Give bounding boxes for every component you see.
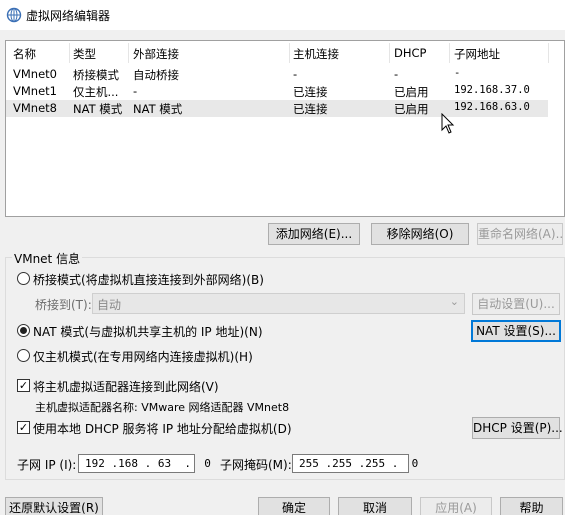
- cell-dhcp: 已启用: [394, 102, 429, 116]
- cell-host: 已连接: [293, 102, 328, 116]
- table-row-selected[interactable]: VMnet8 NAT 模式 NAT 模式 已连接 已启用 192.168.63.…: [6, 100, 548, 117]
- cell-name: VMnet8: [13, 101, 57, 115]
- cell-dhcp: 已启用: [394, 85, 429, 99]
- bridged-to-value: 自动: [97, 298, 122, 312]
- column-header-type[interactable]: 类型: [73, 46, 96, 62]
- window-title: 虚拟网络编辑器: [26, 9, 111, 23]
- cell-type: 仅主机...: [73, 85, 119, 99]
- cell-subnet: 192.168.63.0: [454, 101, 530, 113]
- help-button[interactable]: 帮助: [500, 497, 563, 515]
- subnet-mask-label: 子网掩码(M):: [220, 458, 292, 472]
- cell-type: NAT 模式: [73, 102, 123, 116]
- column-header-name[interactable]: 名称: [13, 46, 36, 62]
- add-network-button[interactable]: 添加网络(E)...: [268, 223, 360, 245]
- column-header-dhcp[interactable]: DHCP: [394, 46, 426, 60]
- table-row[interactable]: VMnet0 桥接模式 自动桥接 - - -: [6, 66, 548, 83]
- bridged-mode-radio[interactable]: [17, 272, 30, 285]
- cell-subnet: 192.168.37.0: [454, 84, 530, 96]
- nat-settings-button[interactable]: NAT 设置(S)...: [471, 320, 561, 342]
- cell-external: 自动桥接: [133, 68, 179, 82]
- remove-network-button[interactable]: 移除网络(O): [371, 223, 469, 245]
- network-table[interactable]: 名称 类型 外部连接 主机连接 DHCP 子网地址 VMnet0 桥接模式 自动…: [5, 40, 565, 217]
- subnet-mask-input[interactable]: 255 .255 .255 . 0: [292, 454, 418, 473]
- cell-host: -: [293, 67, 298, 81]
- dhcp-checkbox[interactable]: ✓: [17, 421, 30, 434]
- cell-subnet: -: [454, 67, 461, 79]
- vmware-network-icon: [6, 7, 22, 23]
- column-header-host[interactable]: 主机连接: [293, 46, 339, 62]
- cancel-button[interactable]: 取消: [338, 497, 412, 515]
- column-header-external[interactable]: 外部连接: [133, 46, 179, 62]
- rename-network-button[interactable]: 重命名网络(A)...: [477, 223, 563, 245]
- ok-button[interactable]: 确定: [258, 497, 330, 515]
- cell-dhcp: -: [394, 67, 399, 81]
- host-only-mode-radio[interactable]: [17, 349, 30, 362]
- title-bar: 虚拟网络编辑器: [0, 0, 565, 30]
- bridged-to-select[interactable]: 自动 ⌄: [92, 293, 465, 314]
- connect-adapter-checkbox[interactable]: ✓: [17, 379, 30, 392]
- cell-external: -: [133, 84, 138, 98]
- dhcp-settings-button[interactable]: DHCP 设置(P)...: [472, 417, 563, 439]
- subnet-ip-label: 子网 IP (I):: [17, 458, 77, 472]
- mouse-cursor-icon: [441, 112, 455, 138]
- cell-host: 已连接: [293, 85, 328, 99]
- host-only-mode-label[interactable]: 仅主机模式(在专用网络内连接虚拟机)(H): [33, 348, 253, 365]
- cell-type: 桥接模式: [73, 68, 119, 82]
- connect-adapter-label[interactable]: 将主机虚拟适配器连接到此网络(V): [33, 378, 219, 395]
- bridged-to-label: 桥接到(T):: [35, 298, 92, 312]
- subnet-ip-input[interactable]: 192 .168 . 63 . 0: [78, 454, 211, 473]
- cell-name: VMnet0: [13, 67, 57, 81]
- nat-mode-radio[interactable]: [17, 324, 30, 337]
- cell-external: NAT 模式: [133, 102, 183, 116]
- vmnet-info-group: [5, 257, 565, 480]
- restore-defaults-button[interactable]: 还原默认设置(R): [5, 497, 103, 515]
- nat-mode-label[interactable]: NAT 模式(与虚拟机共享主机的 IP 地址)(N): [33, 323, 263, 340]
- table-row[interactable]: VMnet1 仅主机... - 已连接 已启用 192.168.37.0: [6, 83, 548, 100]
- dhcp-label[interactable]: 使用本地 DHCP 服务将 IP 地址分配给虚拟机(D): [33, 420, 292, 437]
- bridged-mode-label[interactable]: 桥接模式(将虚拟机直接连接到外部网络)(B): [33, 271, 264, 288]
- chevron-down-icon: ⌄: [449, 295, 459, 308]
- auto-settings-button[interactable]: 自动设置(U)...: [472, 293, 560, 315]
- cell-name: VMnet1: [13, 84, 57, 98]
- apply-button[interactable]: 应用(A): [420, 497, 492, 515]
- adapter-name-text: 主机虚拟适配器名称: VMware 网络适配器 VMnet8: [35, 401, 290, 414]
- vmnet-info-label: VMnet 信息: [12, 250, 83, 267]
- column-header-subnet[interactable]: 子网地址: [454, 46, 500, 62]
